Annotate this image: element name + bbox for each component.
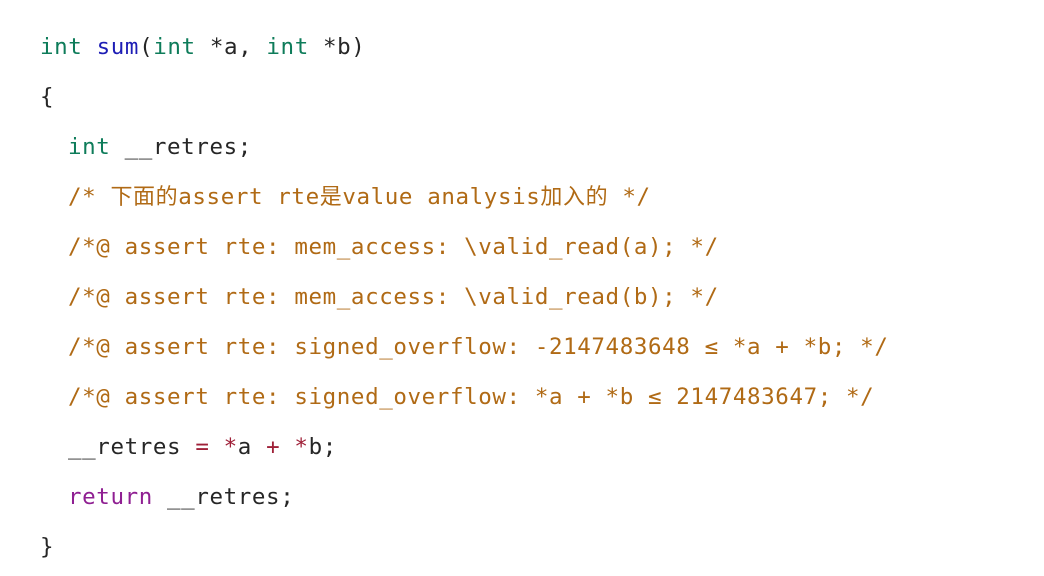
code-line: /*@ assert rte: mem_access: \valid_read(… [0, 272, 1044, 322]
code-token-plain: *b) [308, 34, 366, 60]
code-line: /*@ assert rte: signed_overflow: *a + *b… [0, 372, 1044, 422]
code-token-comment: /*@ assert rte: mem_access: \valid_read(… [68, 284, 719, 310]
code-token-plain: __retres; [110, 134, 252, 160]
code-token-plain: a [237, 434, 267, 460]
code-token-plain: { [40, 84, 55, 110]
code-token-plain: ( [139, 34, 154, 60]
code-token-comment-cjk: 下面的 [110, 185, 179, 210]
code-token-comment-cjk: 加入的 [540, 185, 609, 210]
code-token-operator: * [223, 434, 238, 460]
code-line: __retres = *a + *b; [0, 422, 1044, 472]
code-token-plain: } [40, 534, 55, 560]
code-token-comment: /*@ assert rte: mem_access: \valid_read(… [68, 234, 719, 260]
code-token-keyword: return [68, 484, 153, 510]
code-token-func: sum [96, 34, 140, 60]
code-line: /*@ assert rte: mem_access: \valid_read(… [0, 222, 1044, 272]
code-line: } [0, 522, 1044, 572]
code-token-comment: assert rte [178, 184, 320, 210]
code-line: /* 下面的assert rte是value analysis加入的 */ [0, 172, 1044, 222]
code-token-type: int [68, 134, 111, 160]
code-token-comment-cjk: 是 [319, 185, 343, 210]
code-token-operator: * [294, 434, 309, 460]
code-token-plain: *a, [195, 34, 267, 60]
code-token-type: int [266, 34, 309, 60]
code-line: return __retres; [0, 472, 1044, 522]
code-line: /*@ assert rte: signed_overflow: -214748… [0, 322, 1044, 372]
code-token-comment: */ [608, 184, 651, 210]
code-line: { [0, 72, 1044, 122]
code-token-comment: /*@ assert rte: signed_overflow: *a + *b… [68, 384, 875, 410]
code-token-comment: /*@ assert rte: signed_overflow: -214748… [68, 334, 889, 360]
code-token-type: int [40, 34, 83, 60]
code-token-comment: /* [68, 184, 111, 210]
code-token-operator: = [195, 434, 210, 460]
code-line: int __retres; [0, 122, 1044, 172]
code-line: int sum(int *a, int *b) [0, 22, 1044, 72]
code-token-type: int [153, 34, 196, 60]
code-token-operator: + [266, 434, 281, 460]
code-token-comment: value analysis [342, 184, 541, 210]
code-token-plain: b; [308, 434, 337, 460]
code-token-plain: __retres; [152, 484, 295, 510]
code-token-plain: __retres [68, 434, 196, 460]
code-listing: int sum(int *a, int *b){int __retres;/* … [0, 0, 1044, 576]
